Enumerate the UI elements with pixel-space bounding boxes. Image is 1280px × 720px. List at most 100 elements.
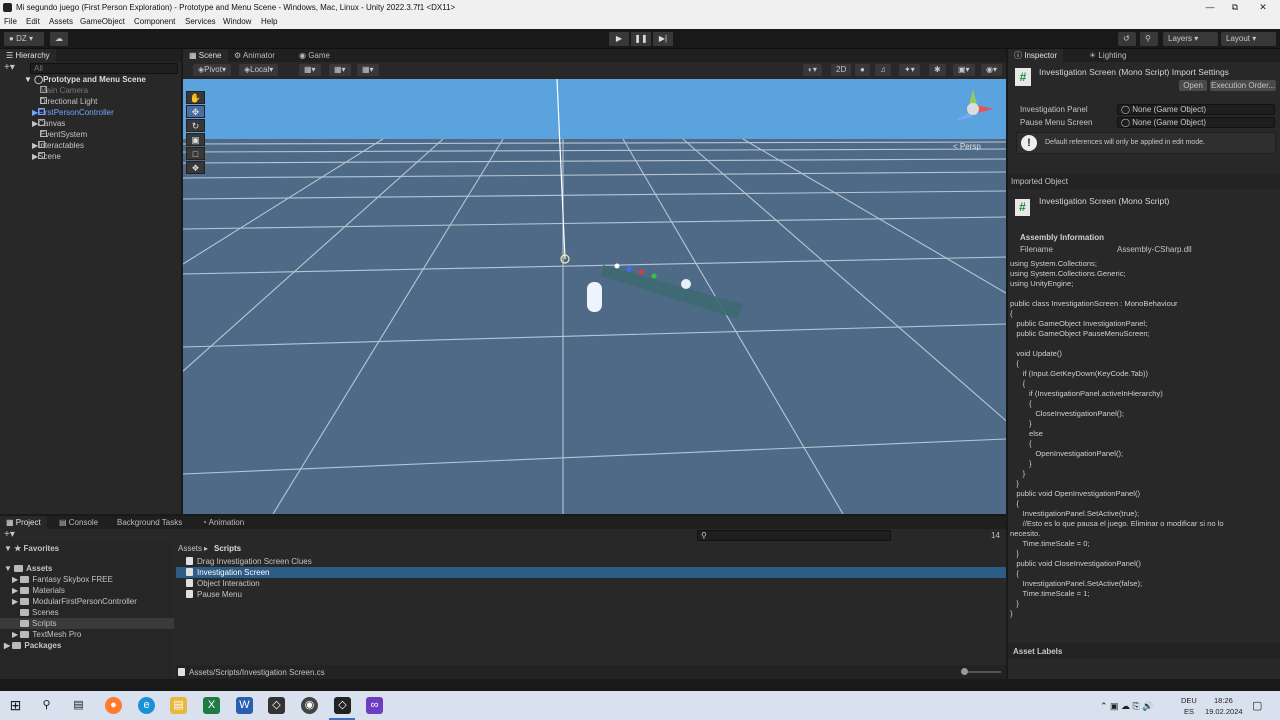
search-icon[interactable]: ⚲ (38, 697, 55, 714)
account-dropdown[interactable]: ● DZ ▾ (4, 32, 44, 46)
menu-file[interactable]: File (4, 17, 17, 26)
history-icon[interactable]: ↺ (1118, 32, 1136, 46)
play-button[interactable]: ▶ (609, 32, 629, 46)
folder-modularfirstpersoncontroller[interactable]: ▶ ModularFirstPersonController (12, 597, 137, 606)
folder-scenes[interactable]: Scenes (20, 608, 59, 617)
scale-tool-icon[interactable]: ▣ (186, 133, 205, 146)
file-drag-investigation-screen-clues[interactable]: Drag Investigation Screen Clues (186, 557, 312, 566)
2d-toggle[interactable]: 2D (831, 64, 852, 76)
language-indicator[interactable]: DEU (1181, 696, 1197, 705)
local-dropdown[interactable]: ◈Local▾ (239, 64, 279, 76)
gizmos-icon[interactable]: ◉▾ (981, 64, 1002, 76)
move-tool-icon[interactable]: ✥ (186, 105, 205, 118)
effects-icon[interactable]: ✦▾ (899, 64, 920, 76)
obs-icon[interactable]: ◉ (301, 697, 318, 714)
scene-root[interactable]: ▼ ◯ Prototype and Menu Scene (24, 75, 146, 84)
step-button[interactable]: ▶| (653, 32, 673, 46)
language-indicator-2[interactable]: ES (1184, 707, 1194, 716)
rect-tool-icon[interactable]: □ (186, 147, 205, 160)
windows-start-icon[interactable]: ⊞ (7, 697, 24, 714)
tab-animator[interactable]: ⚙ Animator (228, 49, 281, 62)
rotate-tool-icon[interactable]: ↻ (186, 119, 205, 132)
file-explorer-icon[interactable]: ▤ (170, 697, 187, 714)
tray-icons[interactable]: ⌃ ▣ ☁ ⎘ 🔊 (1100, 701, 1153, 712)
close-icon[interactable]: ✕ (1249, 0, 1277, 15)
clock-date[interactable]: 19.02.2024 (1205, 707, 1243, 716)
favorites-item[interactable]: ▼ ★ Favorites (4, 544, 59, 553)
menu-assets[interactable]: Assets (49, 17, 73, 26)
folder-materials[interactable]: ▶ Materials (12, 586, 65, 595)
hierarchy-item-interactables[interactable]: ▶ Interactables (32, 141, 84, 150)
menu-component[interactable]: Component (134, 17, 175, 26)
tab-game[interactable]: ◉ Game (293, 49, 336, 62)
edge-icon[interactable]: e (138, 697, 155, 714)
minimize-icon[interactable]: — (1196, 0, 1224, 15)
packages-root[interactable]: ▶ Packages (4, 641, 61, 650)
breadcrumb-assets[interactable]: Assets (178, 544, 202, 553)
slider-handle[interactable] (961, 668, 968, 675)
lighting-toggle-icon[interactable]: ● (855, 64, 870, 76)
tab-background-tasks[interactable]: Background Tasks (111, 516, 188, 529)
hidden-packages-count[interactable]: 14 (991, 531, 1000, 540)
folder-textmesh-pro[interactable]: ▶ TextMesh Pro (12, 630, 81, 639)
pause-button[interactable]: ❚❚ (631, 32, 651, 46)
orientation-gizmo[interactable] (951, 87, 995, 131)
draw-mode-icon[interactable]: ◐▾ (803, 64, 822, 76)
tab-lighting[interactable]: ☀ Lighting (1083, 49, 1132, 62)
menu-services[interactable]: Services (185, 17, 216, 26)
file-pause-menu[interactable]: Pause Menu (186, 590, 242, 599)
breadcrumb-scripts[interactable]: Scripts (214, 544, 241, 553)
layout-dropdown[interactable]: Layout ▾ (1221, 32, 1276, 46)
tab-inspector[interactable]: ⓘ Inspector (1008, 49, 1064, 62)
snap-increment-icon[interactable]: ▦▾ (357, 64, 379, 76)
hand-tool-icon[interactable]: ✋ (186, 91, 205, 104)
menu-help[interactable]: Help (261, 17, 277, 26)
visual-studio-icon[interactable]: ∞ (366, 697, 383, 714)
hierarchy-item-firstpersoncontroller[interactable]: ▶ FirstPersonController (32, 108, 114, 117)
menu-edit[interactable]: Edit (26, 17, 40, 26)
audio-toggle-icon[interactable]: ♫ (875, 64, 891, 76)
folder-fantasy-skybox[interactable]: ▶ Fantasy Skybox FREE (12, 575, 113, 584)
grid-icon[interactable]: ▦▾ (329, 64, 351, 76)
tab-animation[interactable]: ◔ Animation (196, 516, 250, 529)
search-icon[interactable]: ⚲ (1140, 32, 1158, 46)
task-view-icon[interactable]: ▤ (70, 697, 87, 714)
layers-dropdown[interactable]: Layers ▾ (1163, 32, 1218, 46)
hierarchy-search-input[interactable]: All (30, 63, 178, 74)
tab-scene[interactable]: ▦ Scene (183, 49, 228, 62)
scene-view[interactable]: ✋ ✥ ↻ ▣ □ ❖ < Persp (183, 79, 1006, 514)
pivot-dropdown[interactable]: ◈Pivot▾ (193, 64, 231, 76)
project-search-input[interactable]: ⚲ (697, 530, 891, 541)
tab-project[interactable]: ▦ Project (0, 516, 47, 529)
cloud-icon[interactable]: ☁ (50, 32, 68, 46)
persp-label[interactable]: < Persp (953, 142, 981, 151)
camera-settings-icon[interactable]: ▣▾ (953, 64, 975, 76)
hierarchy-item-scene[interactable]: ▶ Scene (32, 152, 61, 161)
tab-console[interactable]: ▤ Console (53, 516, 104, 529)
unity-editor-icon[interactable]: ◇ (334, 697, 351, 714)
menu-window[interactable]: Window (223, 17, 251, 26)
unity-hub-icon[interactable]: ◇ (268, 697, 285, 714)
folder-scripts[interactable]: Scripts (20, 619, 56, 628)
excel-icon[interactable]: X (203, 697, 220, 714)
investigation-panel-field[interactable]: ◯ None (Game Object) (1117, 104, 1275, 115)
clock-time[interactable]: 18:26 (1214, 696, 1233, 705)
assets-root[interactable]: ▼ Assets (4, 564, 52, 573)
project-add-icon[interactable]: +▾ (4, 529, 15, 540)
menu-gameobject[interactable]: GameObject (80, 17, 125, 26)
open-button[interactable]: Open (1179, 80, 1207, 91)
asset-labels-header[interactable]: Asset Labels (1008, 643, 1280, 659)
notifications-icon[interactable]: ▢ (1252, 699, 1262, 712)
hierarchy-item-canvas[interactable]: ▶ Canvas (32, 119, 65, 128)
tab-hierarchy[interactable]: ☰ Hierarchy (0, 49, 56, 62)
execution-order-button[interactable]: Execution Order... (1210, 80, 1276, 91)
icon-size-slider[interactable] (961, 668, 1001, 675)
maximize-icon[interactable]: ⧉ (1221, 0, 1249, 15)
file-object-interaction[interactable]: Object Interaction (186, 579, 260, 588)
pause-menu-screen-field[interactable]: ◯ None (Game Object) (1117, 117, 1275, 128)
hidden-objects-icon[interactable]: ✱ (929, 64, 946, 76)
file-investigation-screen[interactable]: Investigation Screen (186, 568, 270, 577)
add-icon[interactable]: +▾ (4, 62, 15, 73)
transform-tool-icon[interactable]: ❖ (186, 161, 205, 174)
grid-snap-icon[interactable]: ▦▾ (299, 64, 321, 76)
